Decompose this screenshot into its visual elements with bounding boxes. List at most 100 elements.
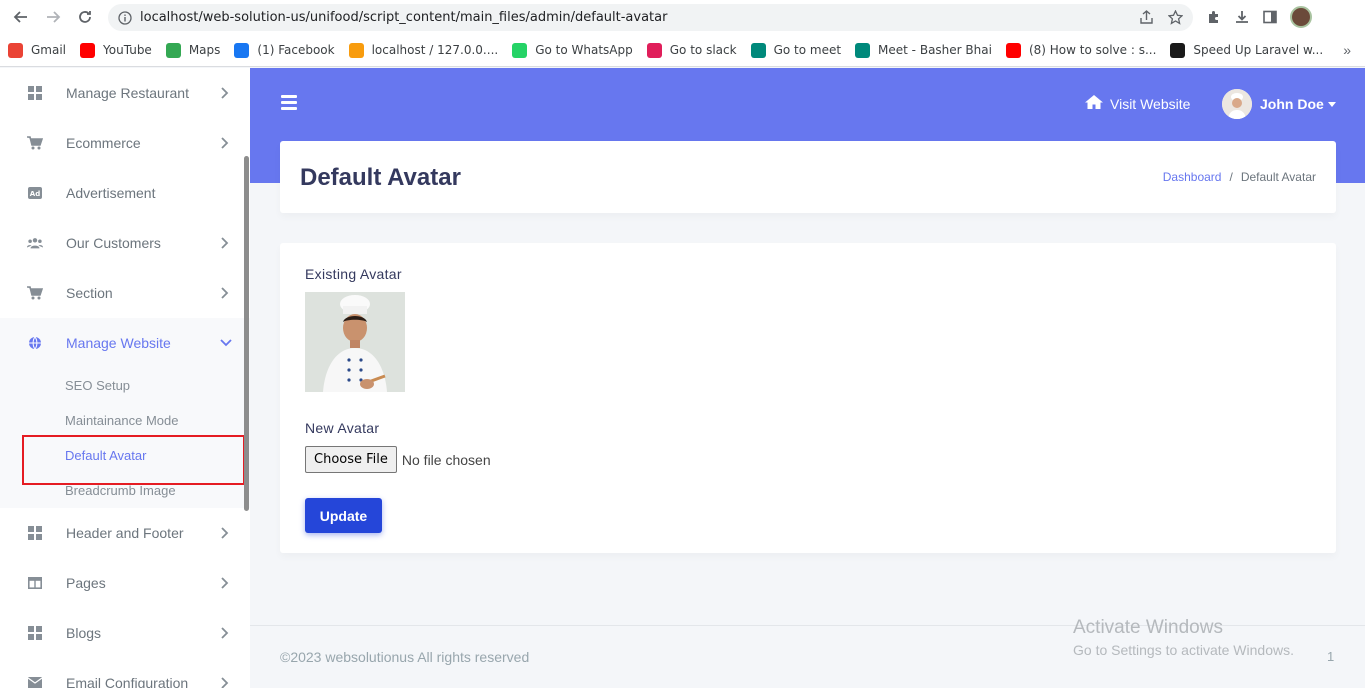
bookmark-label: Go to meet (773, 43, 842, 57)
grid-icon (27, 525, 43, 541)
chevron-right-icon (220, 285, 230, 301)
windows-watermark-subtitle: Go to Settings to activate Windows. (1073, 642, 1294, 658)
chevron-right-icon (220, 85, 230, 101)
chevron-right-icon (220, 235, 230, 251)
sidebar-subitem-seo-setup[interactable]: SEO Setup (0, 368, 250, 403)
user-dropdown[interactable]: John Doe (1222, 89, 1336, 119)
info-icon[interactable] (118, 10, 132, 25)
highlight-annotation (22, 435, 245, 485)
new-avatar-label: New Avatar (305, 420, 380, 436)
bookmark-favicon-icon (348, 42, 364, 58)
reload-icon[interactable] (74, 6, 96, 28)
bookmark-favicon-icon (855, 42, 871, 58)
download-icon[interactable] (1234, 9, 1250, 25)
chevron-right-icon (220, 575, 230, 591)
chevron-right-icon (220, 135, 230, 151)
bookmark-item[interactable]: Go to WhatsApp (512, 42, 633, 58)
bookmark-label: Maps (188, 43, 221, 57)
bookmark-label: (1) Facebook (257, 43, 335, 57)
avatar-form-card: Existing Avatar New Avatar Choose File N… (280, 243, 1336, 553)
users-icon (27, 235, 43, 251)
sidebar-item-email-configuration[interactable]: Email Configuration (0, 658, 250, 688)
sidebar-item-manage-website[interactable]: Manage Website (0, 318, 250, 368)
cart-icon (27, 135, 43, 151)
visit-website-label: Visit Website (1110, 95, 1191, 112)
cart-icon (27, 285, 43, 301)
sidebar-scrollbar[interactable] (244, 156, 249, 511)
bookmark-favicon-icon (646, 42, 662, 58)
sidebar-item-label: Our Customers (66, 235, 161, 251)
sidebar-item-pages[interactable]: Pages (0, 558, 250, 608)
columns-icon (27, 575, 43, 591)
back-arrow-icon[interactable] (10, 6, 32, 28)
user-name: John Doe (1260, 96, 1324, 112)
sidebar-item-label: Advertisement (66, 185, 156, 201)
bookmark-item[interactable]: localhost / 127.0.0.... (348, 42, 498, 58)
browser-toolbar: localhost/web-solution-us/unifood/script… (0, 0, 1365, 34)
sidebar-item-manage-restaurant[interactable]: Manage Restaurant (0, 68, 250, 118)
forward-arrow-icon[interactable] (42, 6, 64, 28)
bookmarks-bar: Gmail YouTube Maps (1) Facebook localhost / … (0, 34, 1365, 67)
bookmark-item[interactable]: Speed Up Laravel w... (1170, 42, 1324, 58)
bookmark-item[interactable]: Meet - Basher Bhai (855, 42, 992, 58)
bookmark-item[interactable]: (1) Facebook (234, 42, 335, 58)
bookmark-item[interactable]: (8) How to solve : s... (1005, 42, 1157, 58)
sidebar-subitem-maintainance-mode[interactable]: Maintainance Mode (0, 403, 250, 438)
bookmark-favicon-icon (1170, 42, 1186, 58)
bookmark-item[interactable]: Gmail (8, 42, 67, 58)
user-avatar (1222, 89, 1252, 119)
profile-avatar[interactable] (1290, 6, 1312, 28)
bookmark-label: Go to slack (669, 43, 737, 57)
breadcrumb-separator: / (1229, 170, 1233, 184)
sidebar-item-advertisement[interactable]: Ad Advertisement (0, 168, 250, 218)
sidebar-item-label: Ecommerce (66, 135, 141, 151)
existing-avatar-label: Existing Avatar (305, 266, 402, 282)
sidebar-item-section[interactable]: Section (0, 268, 250, 318)
sidebar-item-label: Header and Footer (66, 525, 184, 541)
sidebar-item-label: Blogs (66, 625, 102, 641)
sidebar-item-header-and-footer[interactable]: Header and Footer (0, 508, 250, 558)
footer-copyright: ©2023 websolutionus All rights reserved (280, 649, 530, 665)
sidebar-item-label: Section (66, 285, 113, 301)
sidebar-item-label: Email Configuration (66, 675, 189, 688)
bookmark-label: Gmail (31, 43, 67, 57)
puzzle-icon[interactable] (1206, 9, 1222, 25)
sidebar-item-our-customers[interactable]: Our Customers (0, 218, 250, 268)
bookmark-item[interactable]: Go to meet (750, 42, 842, 58)
avatar-file-input[interactable]: Choose File No file chosen (305, 446, 491, 473)
hamburger-menu-icon[interactable] (281, 95, 297, 111)
choose-file-button[interactable]: Choose File (305, 446, 397, 473)
bookmarks-overflow-icon[interactable]: » (1343, 42, 1351, 58)
svg-text:Ad: Ad (30, 190, 40, 198)
share-icon[interactable] (1139, 10, 1154, 25)
footer-version: 1 (1327, 649, 1335, 664)
bookmark-favicon-icon (512, 42, 528, 58)
page-title: Default Avatar (300, 164, 461, 191)
update-button[interactable]: Update (305, 498, 382, 533)
bookmark-label: Speed Up Laravel w... (1193, 43, 1324, 57)
chevron-right-icon (220, 625, 230, 641)
sidebar-item-label: Manage Website (66, 335, 171, 351)
chevron-right-icon (220, 525, 230, 541)
breadcrumb-dashboard-link[interactable]: Dashboard (1163, 170, 1222, 184)
url-bar[interactable]: localhost/web-solution-us/unifood/script… (108, 4, 1193, 31)
sidebar-item-label: Pages (66, 575, 106, 591)
sidepanel-icon[interactable] (1262, 9, 1278, 25)
bookmark-item[interactable]: YouTube (80, 42, 152, 58)
url-text: localhost/web-solution-us/unifood/script… (140, 10, 668, 25)
grid-icon (27, 625, 43, 641)
bookmark-item[interactable]: Go to slack (646, 42, 737, 58)
ad-icon: Ad (27, 185, 43, 201)
star-icon[interactable] (1168, 10, 1183, 25)
bookmark-item[interactable]: Maps (165, 42, 221, 58)
bookmark-favicon-icon (80, 42, 96, 58)
bookmark-favicon-icon (8, 42, 23, 58)
bookmark-label: (8) How to solve : s... (1028, 43, 1157, 57)
existing-avatar-image (305, 292, 405, 392)
sidebar-item-ecommerce[interactable]: Ecommerce (0, 118, 250, 168)
sidebar-item-blogs[interactable]: Blogs (0, 608, 250, 658)
visit-website-link[interactable]: Visit Website (1084, 94, 1190, 113)
sidebar-item-label: Manage Restaurant (66, 85, 189, 101)
caret-down-icon (1327, 101, 1336, 107)
section-header: Default Avatar Dashboard / Default Avata… (280, 141, 1336, 213)
